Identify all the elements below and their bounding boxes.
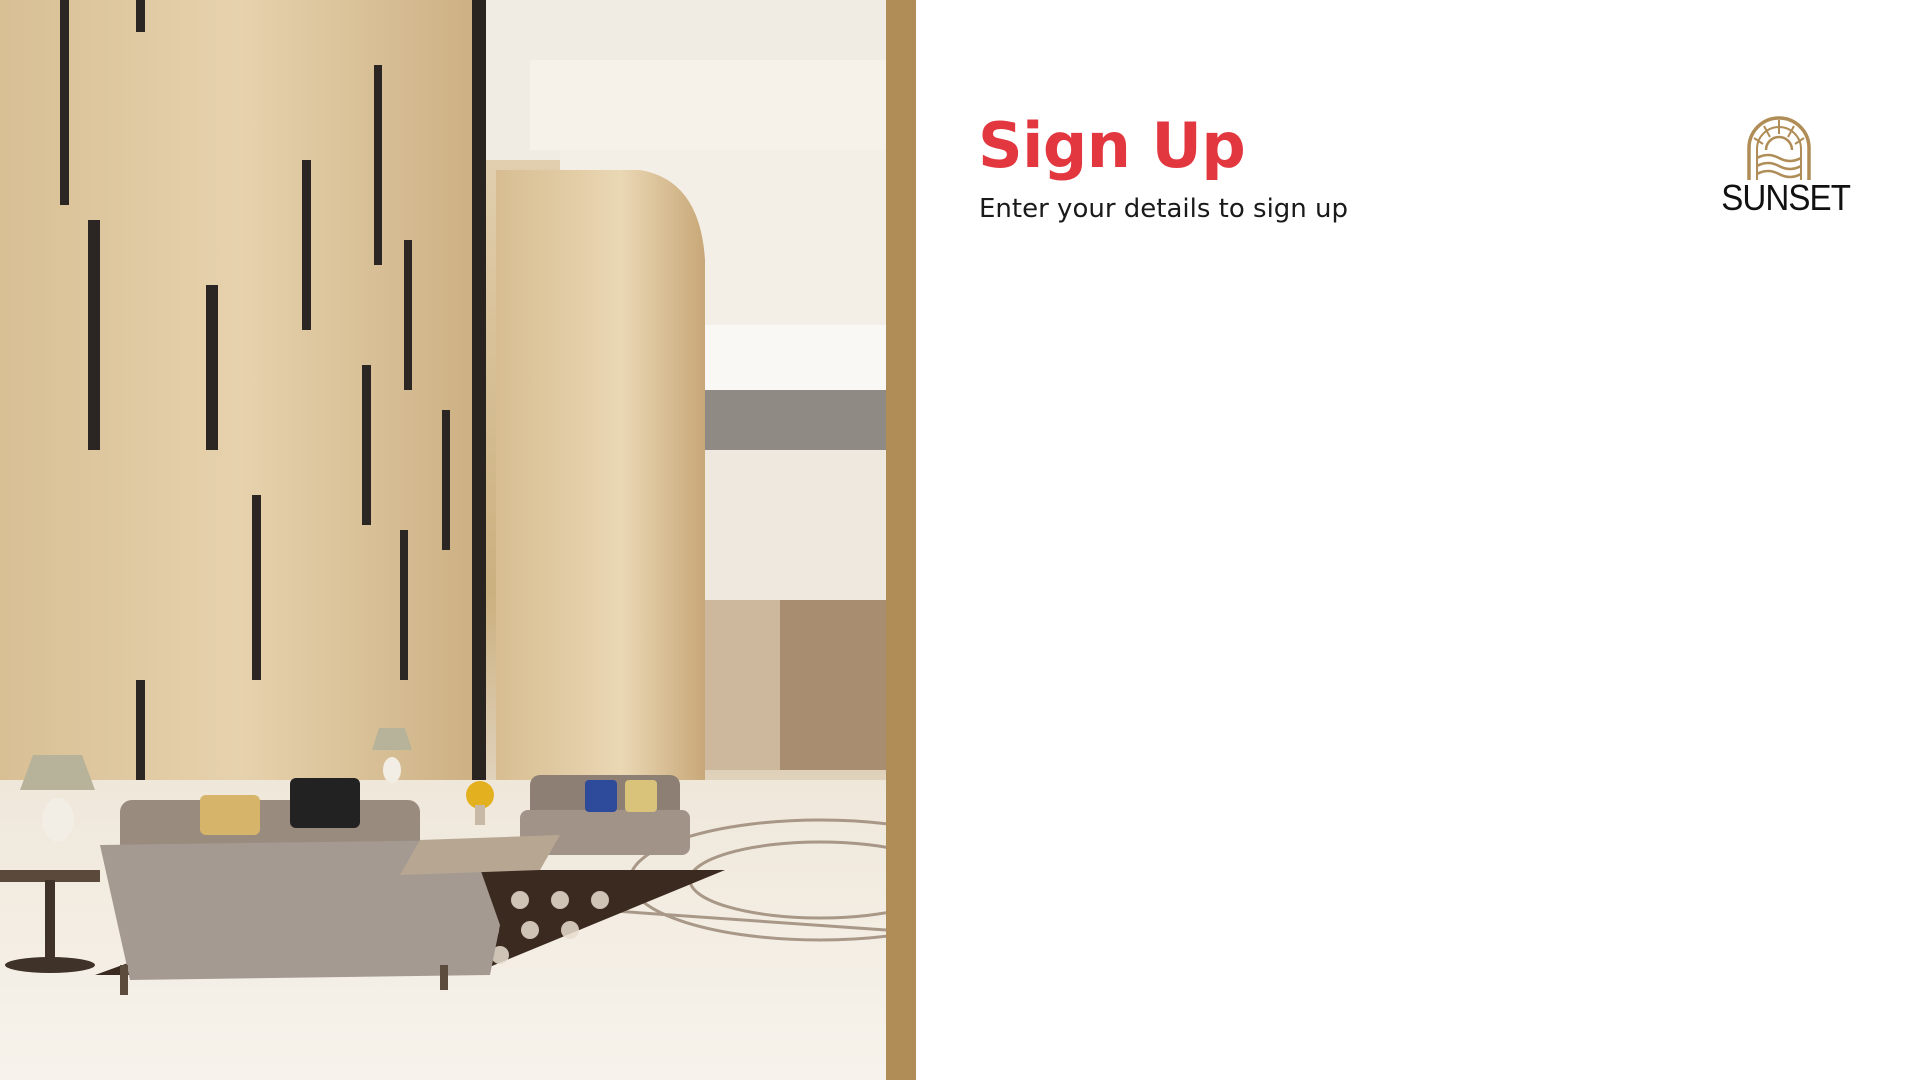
sunset-arch-icon <box>1747 116 1811 180</box>
page-title: Sign Up <box>978 109 1246 182</box>
hotel-lobby-image <box>0 0 886 1080</box>
brand-name: SUNSET <box>1721 177 1851 218</box>
brand-logo: SUNSET <box>1716 114 1851 224</box>
accent-divider <box>886 0 916 1080</box>
page-subtitle: Enter your details to sign up <box>979 194 1349 224</box>
lobby-illustration <box>0 0 886 1080</box>
signup-form-panel: Sign Up Enter your details to sign up SU… <box>916 0 1920 1080</box>
signup-page: Sign Up Enter your details to sign up SU… <box>0 0 1920 1080</box>
